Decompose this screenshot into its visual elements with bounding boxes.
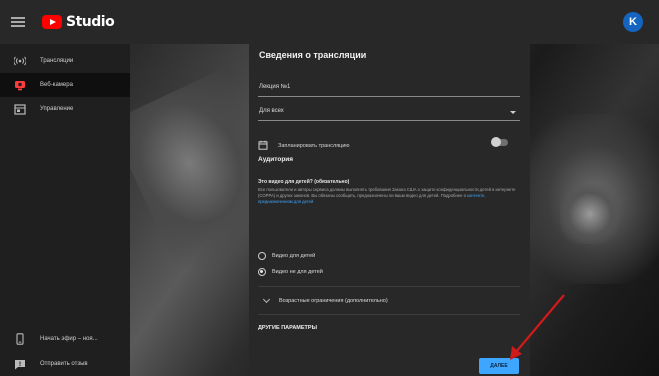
feedback-icon bbox=[12, 356, 28, 372]
coppa-description: Все пользователи и авторы сервиса должны… bbox=[258, 187, 520, 205]
logo-text: Studio bbox=[66, 14, 115, 30]
broadcast-icon bbox=[12, 53, 28, 69]
manage-icon bbox=[12, 101, 28, 117]
sidebar: Трансляции Веб-камера Управление Начать … bbox=[0, 44, 130, 376]
audience-heading: Аудитория bbox=[258, 156, 294, 163]
studio-logo[interactable]: Studio bbox=[42, 14, 115, 30]
next-button[interactable]: ДАЛЕЕ bbox=[479, 358, 519, 374]
schedule-row: Запланировать трансляцию bbox=[258, 137, 520, 155]
stream-title-input[interactable]: Лекция №1 bbox=[258, 81, 520, 97]
radio-not-for-kids[interactable]: Видео не для детей bbox=[258, 268, 323, 276]
dialog-title: Сведения о трансляции bbox=[259, 50, 367, 60]
radio-made-for-kids[interactable]: Видео для детей bbox=[258, 252, 315, 260]
sidebar-item-broadcasts[interactable]: Трансляции bbox=[0, 49, 130, 73]
stream-details-dialog: Сведения о трансляции Лекция №1 Для всех… bbox=[249, 44, 530, 376]
radio-label: Видео для детей bbox=[272, 253, 316, 259]
mobile-icon bbox=[12, 331, 28, 347]
divider bbox=[258, 314, 520, 315]
chevron-down-icon bbox=[262, 295, 271, 304]
privacy-value: Для всех bbox=[259, 108, 284, 114]
sidebar-item-label: Начать эфир – ноя... bbox=[40, 336, 98, 342]
avatar[interactable]: K bbox=[623, 12, 643, 32]
studio-app: Studio K Трансляции Веб-камера Управлени… bbox=[0, 0, 659, 376]
dropdown-arrow-icon bbox=[510, 111, 516, 114]
other-params-heading[interactable]: ДРУГИЕ ПАРАМЕТРЫ bbox=[258, 325, 317, 331]
webcam-icon bbox=[12, 77, 28, 93]
age-restriction-label: Возрастные ограничения (дополнительно) bbox=[279, 298, 388, 304]
kids-question: Это видео для детей? (обязательно) bbox=[258, 179, 350, 185]
radio-label: Видео не для детей bbox=[272, 269, 323, 275]
sidebar-item-label: Отправить отзыв bbox=[40, 361, 88, 367]
sidebar-item-label: Веб-камера bbox=[40, 82, 73, 88]
sidebar-item-manage[interactable]: Управление bbox=[0, 97, 130, 121]
radio-button-checked[interactable] bbox=[258, 268, 266, 276]
schedule-label: Запланировать трансляцию bbox=[278, 143, 350, 149]
sidebar-item-mobile-live[interactable]: Начать эфир – ноя... bbox=[0, 327, 130, 351]
top-bar: Studio K bbox=[0, 0, 659, 44]
radio-button[interactable] bbox=[258, 252, 266, 260]
sidebar-item-label: Трансляции bbox=[40, 58, 74, 64]
privacy-select[interactable]: Для всех bbox=[258, 105, 520, 121]
age-restriction-expander[interactable]: Возрастные ограничения (дополнительно) bbox=[258, 295, 388, 304]
divider bbox=[258, 286, 520, 287]
calendar-icon bbox=[258, 137, 268, 155]
menu-icon[interactable] bbox=[11, 17, 25, 27]
stream-title-value: Лекция №1 bbox=[259, 84, 291, 90]
schedule-toggle[interactable] bbox=[491, 137, 508, 147]
sidebar-item-feedback[interactable]: Отправить отзыв bbox=[0, 352, 130, 376]
youtube-play-icon bbox=[42, 15, 62, 29]
sidebar-item-webcam[interactable]: Веб-камера bbox=[0, 73, 130, 97]
sidebar-item-label: Управление bbox=[40, 106, 74, 112]
